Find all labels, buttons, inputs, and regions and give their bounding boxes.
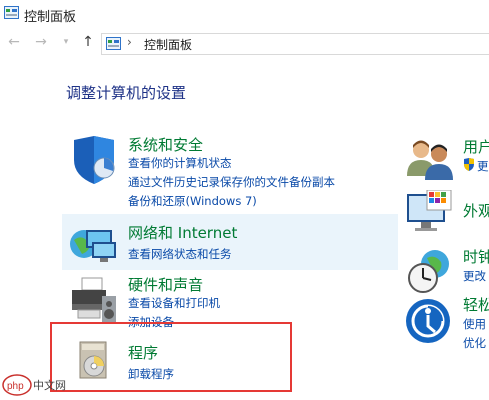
category-title-user-accounts[interactable]: 用户 [463,136,489,157]
link-file-history-backup[interactable]: 通过文件历史记录保存你的文件备份副本 [128,174,335,190]
category-ease-of-access: 轻松 使用 优化 [405,294,489,360]
link-backup-restore[interactable]: 备份和还原(Windows 7) [128,193,257,209]
window-title: 控制面板 [24,10,77,25]
link-user-accounts-change[interactable]: 更 [477,158,489,174]
address-bar[interactable]: › 控制面板 [101,33,489,55]
printer-speaker-icon[interactable] [68,274,120,326]
category-system-security: 系统和安全 查看你的计算机状态 通过文件历史记录保存你的文件备份副本 备份和还原… [62,130,398,210]
svg-text:php: php [7,381,24,392]
php-cn-watermark-logo: php 中文网 [2,374,66,396]
ease-of-access-icon[interactable] [405,298,451,344]
category-title-system-security[interactable]: 系统和安全 [128,134,203,155]
shield-icon[interactable] [68,134,120,186]
category-title-ease-of-access[interactable]: 轻松 [463,294,489,315]
control-panel-icon [4,6,19,19]
category-appearance: 外观 [405,186,489,242]
breadcrumb-control-panel[interactable]: 控制面板 [144,36,192,53]
link-view-computer-status[interactable]: 查看你的计算机状态 [128,155,232,171]
recent-chevron-down-icon[interactable]: ▾ [58,34,74,50]
clock-globe-icon[interactable] [405,248,455,294]
category-title-network-internet[interactable]: 网络和 Internet [128,222,237,243]
category-hardware-sound: 硬件和声音 查看设备和打印机 添加设备 [62,270,398,329]
forward-arrow-icon[interactable]: → [33,34,49,50]
category-clock-region: 时钟 更改 [405,242,489,298]
page-heading: 调整计算机的设置 [66,84,187,102]
breadcrumb-separator-icon[interactable]: › [127,35,132,49]
category-title-appearance[interactable]: 外观 [463,200,489,221]
control-panel-icon [106,37,121,50]
appearance-monitor-icon[interactable] [405,190,455,236]
category-user-accounts: 用户 更 [405,130,489,186]
selection-highlight-box [50,322,292,392]
category-title-hardware-sound[interactable]: 硬件和声音 [128,274,203,295]
svg-text:中文网: 中文网 [33,378,66,392]
back-arrow-icon[interactable]: ← [6,34,22,50]
link-clock-change[interactable]: 更改 [463,268,486,284]
link-view-devices-printers[interactable]: 查看设备和打印机 [128,295,220,311]
category-title-clock-region[interactable]: 时钟 [463,246,489,267]
up-arrow-icon[interactable]: ↑ [80,34,96,50]
network-globe-icon[interactable] [68,218,120,270]
link-ease-use[interactable]: 使用 [463,316,486,332]
users-icon[interactable] [405,136,455,182]
category-network-internet: 网络和 Internet 查看网络状态和任务 [62,214,398,270]
link-view-network-status[interactable]: 查看网络状态和任务 [128,246,232,262]
uac-shield-icon [464,158,474,171]
title-bar: 控制面板 [0,0,489,28]
link-ease-optimize[interactable]: 优化 [463,335,486,351]
